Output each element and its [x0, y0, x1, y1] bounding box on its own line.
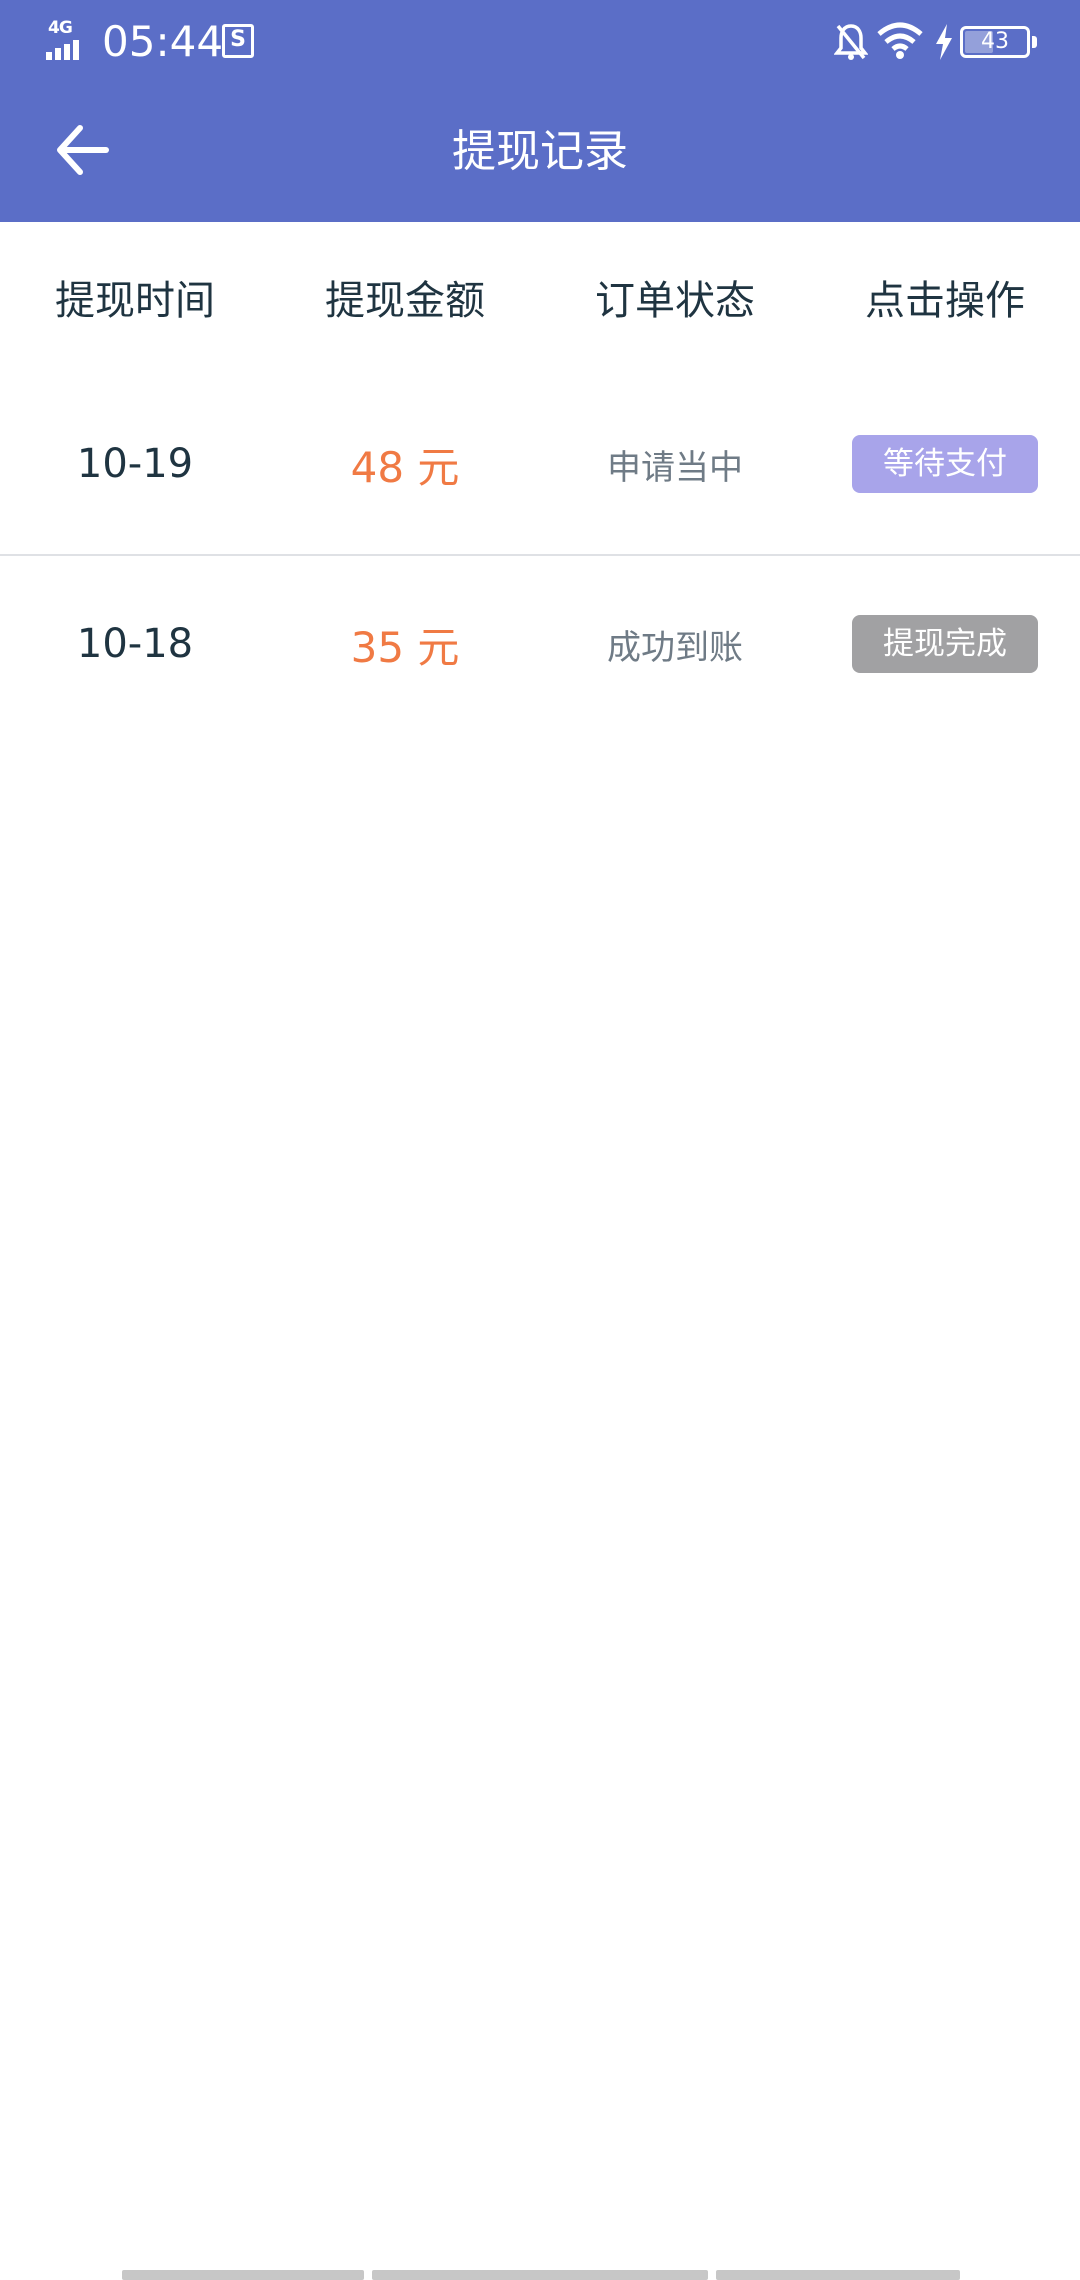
table-row: 10-18 35 元 成功到账 提现完成 [0, 554, 1080, 734]
order-status: 成功到账 [607, 627, 743, 668]
withdraw-amount: 48 元 [350, 442, 460, 492]
wifi-icon [877, 22, 923, 59]
status-bar: 4G 05:44 S 43 [0, 0, 1080, 84]
column-header-time: 提现时间 [55, 278, 215, 324]
cellular-signal-icon: 4G [46, 18, 92, 60]
nav-bar-segment [716, 2270, 960, 2280]
status-time: 05:44 [102, 17, 224, 66]
table-row: 10-19 48 元 申请当中 等待支付 [0, 374, 1080, 554]
table-header: 提现时间 提现金额 订单状态 点击操作 [0, 222, 1080, 382]
battery-percent: 43 [981, 29, 1009, 54]
column-header-action: 点击操作 [865, 278, 1025, 324]
network-type: 4G [48, 18, 73, 38]
action-button[interactable]: 等待支付 [852, 435, 1038, 493]
mute-bell-icon [834, 24, 868, 60]
column-header-amount: 提现金额 [325, 278, 485, 324]
app-header: 4G 05:44 S 43 提现记录 [0, 0, 1080, 222]
nav-bar-segment [122, 2270, 364, 2280]
withdraw-date: 10-19 [76, 441, 194, 487]
battery-tip [1032, 36, 1037, 48]
column-header-status: 订单状态 [595, 278, 755, 324]
nav-bar-segment [372, 2270, 708, 2280]
charging-icon [936, 24, 952, 60]
battery-icon: 43 [960, 26, 1030, 58]
screenshot-notification-icon: S [222, 24, 254, 58]
order-status: 申请当中 [607, 447, 743, 488]
action-button[interactable]: 提现完成 [852, 615, 1038, 673]
page-title: 提现记录 [452, 126, 628, 177]
withdraw-amount: 35 元 [350, 622, 460, 672]
withdraw-date: 10-18 [76, 621, 194, 667]
